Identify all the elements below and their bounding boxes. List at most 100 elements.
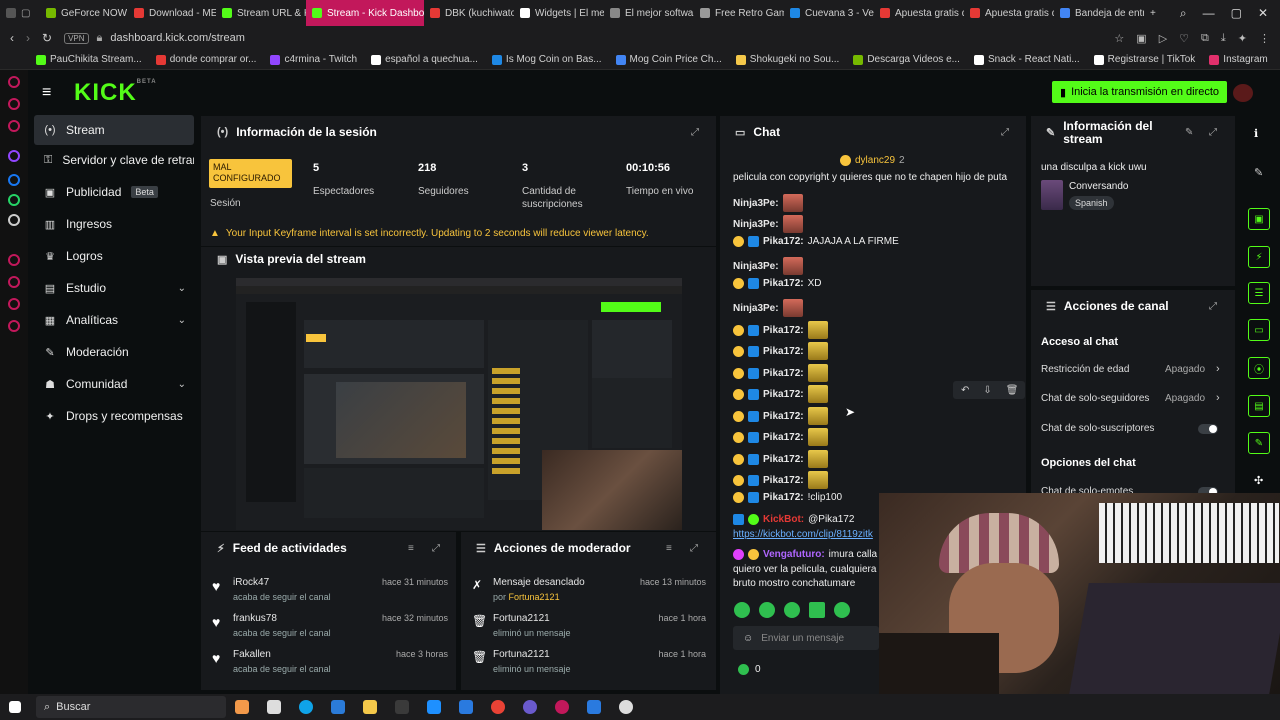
filter-icon[interactable]: ≡ <box>408 543 414 554</box>
play-icon[interactable]: ▷ <box>1159 32 1167 45</box>
lightning-icon[interactable]: ⚡︎ <box>1248 246 1270 268</box>
steam-icon[interactable] <box>459 700 473 714</box>
list-icon[interactable]: ☰ <box>1248 282 1270 304</box>
app-icon[interactable] <box>395 700 409 714</box>
back-icon[interactable]: ‹ <box>10 31 14 45</box>
popout-icon[interactable]: ⤢ <box>1209 127 1217 138</box>
wrench-icon[interactable]: ✎ <box>1248 432 1270 454</box>
popout-icon[interactable]: ⤢ <box>432 543 440 554</box>
bookmark-item[interactable]: donde comprar or... <box>155 54 256 65</box>
sidebar-item[interactable]: ⚿ Servidor y clave de retransmisión <box>34 145 194 175</box>
smile-icon[interactable]: ☺ <box>743 633 753 644</box>
sidebar-item[interactable]: ♛ Logros <box>34 241 194 271</box>
layout-icon[interactable]: ▤ <box>1248 395 1270 417</box>
x-icon[interactable] <box>8 214 20 226</box>
chat-icon[interactable]: ▭ <box>1248 319 1270 341</box>
bookmark-item[interactable]: Shokugeki no Sou... <box>735 54 839 65</box>
menu-icon[interactable]: ⋮ <box>1259 32 1270 45</box>
bookmark-item[interactable]: c4rmina - Twitch <box>270 54 357 65</box>
bookmark-item[interactable]: Descarga Videos e... <box>853 54 960 65</box>
stream-preview-video[interactable] <box>236 278 682 530</box>
heart-icon[interactable]: ♡ <box>1179 32 1189 45</box>
chevron-down-icon[interactable]: ⌄ <box>178 283 186 294</box>
sidebar-item[interactable]: ✦ Drops y recompensas <box>34 401 194 431</box>
settings-icon[interactable] <box>8 320 20 332</box>
browser-tab[interactable]: Free Retro Gam <box>694 0 784 26</box>
download-icon[interactable]: ⤓ <box>1221 32 1226 45</box>
minimize-icon[interactable]: — <box>1203 6 1215 20</box>
hamburger-menu-icon[interactable]: ≡ <box>42 84 62 102</box>
vpn-badge[interactable]: VPN <box>64 32 89 44</box>
chevron-down-icon[interactable]: ⌄ <box>178 379 186 390</box>
kick-logo[interactable]: KICKBETA <box>74 79 157 107</box>
kickbot-link[interactable]: https://kickbot.com/clip/8119zitk <box>733 529 879 540</box>
taskbar-search[interactable]: ⌕ Buscar <box>36 696 226 718</box>
profile-avatar[interactable] <box>1233 84 1253 102</box>
close-icon[interactable]: ✕ <box>1258 6 1268 20</box>
opera-icon[interactable] <box>555 700 569 714</box>
bookmark-item[interactable]: Is Mog Coin on Bas... <box>491 54 602 65</box>
reload-icon[interactable]: ↻ <box>42 31 52 45</box>
emote-icon[interactable] <box>834 602 850 618</box>
camera-icon[interactable]: ▣ <box>1136 32 1146 45</box>
forward-icon[interactable]: › <box>26 31 30 45</box>
browser-tab[interactable]: Widgets | El mej <box>514 0 604 26</box>
sidebar-item[interactable]: ✎ Moderación <box>34 337 194 367</box>
side-app-icon[interactable] <box>8 120 20 132</box>
trash-icon[interactable]: 🗑︎ <box>1006 385 1019 396</box>
browser-tab[interactable]: Download - ME <box>128 0 216 26</box>
emote-icon[interactable] <box>784 602 800 618</box>
chevron-down-icon[interactable]: ⌄ <box>178 315 186 326</box>
emote-icon[interactable] <box>759 602 775 618</box>
windows-start-icon[interactable] <box>9 701 21 713</box>
pin-icon[interactable]: ⇩ <box>983 385 991 396</box>
channel-setting-value[interactable]: Apagado <box>1165 393 1205 404</box>
browser-menu[interactable]: ▢ <box>0 0 40 26</box>
app-icon[interactable] <box>427 700 441 714</box>
ai-icon[interactable]: ✦ <box>1238 32 1247 45</box>
pencil-icon[interactable]: ✎ <box>1254 166 1263 179</box>
steam-icon[interactable] <box>587 700 601 714</box>
sidebar-item[interactable]: ▤ Estudio ⌄ <box>34 273 194 303</box>
sidebar-item[interactable]: ▦ Analíticas ⌄ <box>34 305 194 335</box>
whatsapp-icon[interactable] <box>8 194 20 206</box>
emote-icon[interactable] <box>734 602 750 618</box>
side-app-icon[interactable] <box>8 276 20 288</box>
vscode-icon[interactable] <box>331 700 345 714</box>
popout-icon[interactable]: ⤢ <box>1209 301 1217 312</box>
browser-tab[interactable]: El mejor softwar <box>604 0 694 26</box>
twitch-icon[interactable] <box>8 150 20 162</box>
side-app-icon[interactable] <box>8 76 20 88</box>
popout-icon[interactable]: ⤢ <box>1001 127 1009 138</box>
reply-icon[interactable]: ↶ <box>961 385 969 396</box>
task-view-icon[interactable] <box>267 700 281 714</box>
chevron-right-icon[interactable]: › <box>1216 392 1220 404</box>
bookmark-item[interactable]: español a quechua... <box>371 54 478 65</box>
maximize-icon[interactable]: ▢ <box>1231 6 1242 20</box>
chevron-right-icon[interactable]: › <box>1216 363 1220 375</box>
info-icon[interactable]: ℹ <box>1254 127 1258 140</box>
popout-icon[interactable]: ⤢ <box>691 127 699 138</box>
browser-tab[interactable]: GeForce NOW <box>40 0 128 26</box>
side-app-icon[interactable] <box>8 298 20 310</box>
edge-icon[interactable] <box>299 700 313 714</box>
popout-icon[interactable]: ⤢ <box>690 543 698 554</box>
sidebar-item[interactable]: (•) Stream <box>34 115 194 145</box>
app-icon[interactable] <box>523 700 537 714</box>
sidebar-item[interactable]: ▥ Ingresos <box>34 209 194 239</box>
bookmark-item[interactable]: Registrarse | TikTok <box>1093 54 1195 65</box>
chrome-icon[interactable] <box>491 700 505 714</box>
filter-icon[interactable]: ≡ <box>666 543 672 554</box>
side-app-icon[interactable] <box>8 254 20 266</box>
browser-tab[interactable]: Cuevana 3 - Ve <box>784 0 874 26</box>
new-tab-button[interactable]: + <box>1144 0 1162 26</box>
edit-icon[interactable]: ✎ <box>1185 127 1193 138</box>
file-explorer-icon[interactable] <box>363 700 377 714</box>
add-widget-icon[interactable]: ✣ <box>1254 474 1263 487</box>
broadcast-icon[interactable]: ⦿ <box>1248 357 1270 379</box>
browser-tab[interactable]: Apuesta gratis d <box>964 0 1054 26</box>
toggle-switch[interactable] <box>1198 424 1218 434</box>
search-tabs-icon[interactable]: ⌕ <box>1180 6 1187 21</box>
extensions-icon[interactable]: ⧉ <box>1201 32 1209 45</box>
url-box[interactable]: VPN 🔒︎ dashboard.kick.com/stream <box>64 32 245 45</box>
